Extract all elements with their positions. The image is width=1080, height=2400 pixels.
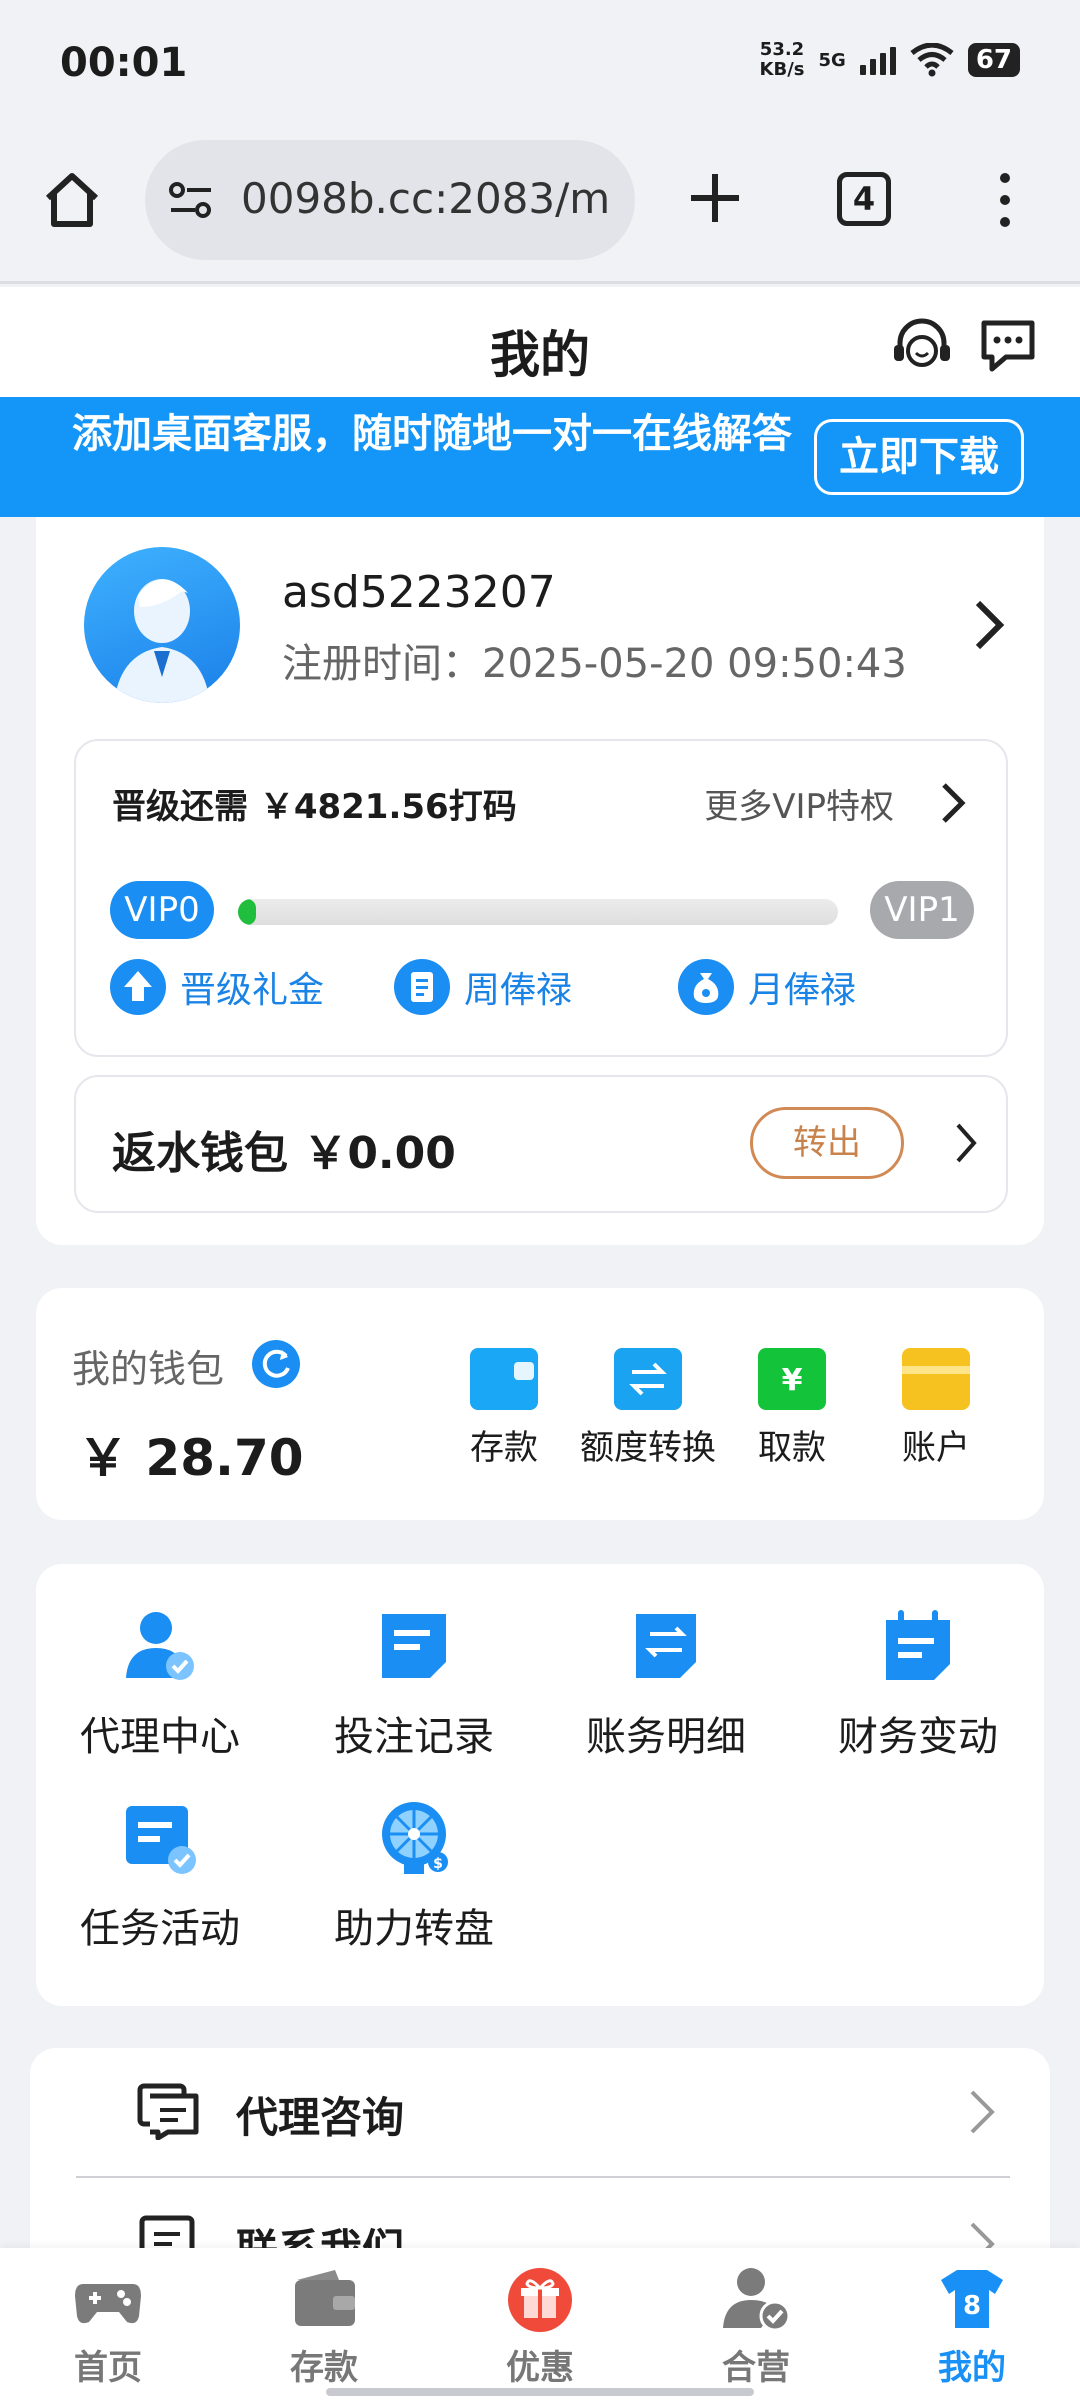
current-vip-badge: VIP0: [110, 881, 214, 939]
new-tab-icon[interactable]: [685, 168, 745, 228]
money-bag-icon: [678, 959, 734, 1015]
home-indicator[interactable]: [326, 2388, 754, 2396]
account-details-icon: [626, 1606, 706, 1686]
username: asd5223207: [282, 567, 556, 618]
nav-deposit[interactable]: 存款: [244, 2266, 404, 2389]
more-menu-icon[interactable]: [990, 170, 1020, 230]
credit-transfer-action[interactable]: 额度转换: [578, 1348, 718, 1469]
account-details-item[interactable]: 账务明细: [566, 1606, 766, 1762]
wallet-icon: [470, 1348, 538, 1410]
svg-text:8: 8: [963, 2291, 981, 2321]
lucky-wheel-item[interactable]: $ 助力转盘: [314, 1798, 514, 1954]
gamepad-icon: [73, 2266, 143, 2332]
card-icon: [902, 1348, 970, 1410]
spin-wheel-icon: $: [374, 1798, 454, 1878]
rebate-wallet-balance: 返水钱包 ￥0.00: [112, 1128, 456, 1179]
nav-mine[interactable]: 8 我的: [892, 2266, 1052, 2389]
profile-card: asd5223207 注册时间：2025-05-20 09:50:43 晋级还需…: [36, 517, 1044, 1245]
nav-partnership[interactable]: 合营: [676, 2266, 836, 2389]
transfer-icon: [614, 1348, 682, 1410]
withdraw-icon: ¥: [758, 1348, 826, 1410]
task-activity-icon: [120, 1798, 200, 1878]
wallet-nav-icon: [289, 2266, 359, 2332]
vip-upgrade-requirement: 晋级还需 ￥4821.56打码: [112, 787, 517, 827]
bet-records-item[interactable]: 投注记录: [314, 1606, 514, 1762]
wallet-label: 我的钱包: [72, 1347, 225, 1391]
download-now-button[interactable]: 立即下载: [814, 419, 1024, 495]
signal-icon: [859, 45, 896, 75]
perk-monthly-salary[interactable]: 月俸禄: [678, 959, 856, 1015]
divider: [76, 2176, 1010, 2178]
rebate-wallet-box: 返水钱包 ￥0.00 转出: [74, 1075, 1008, 1213]
perk-weekly-salary[interactable]: 周俸禄: [394, 959, 572, 1015]
jersey-icon: 8: [937, 2266, 1007, 2332]
network-speed: 53.2 KB/s: [759, 39, 805, 80]
refresh-icon[interactable]: [252, 1340, 300, 1388]
svg-text:$: $: [433, 1856, 443, 1872]
deposit-action[interactable]: 存款: [434, 1348, 574, 1469]
vip-chevron-right-icon[interactable]: [938, 781, 968, 825]
nav-promotions[interactable]: 优惠: [460, 2266, 620, 2389]
agent-center-icon: [120, 1606, 200, 1686]
app-header: 我的: [0, 287, 1080, 397]
wifi-icon: [910, 43, 954, 77]
download-banner: 添加桌面客服，随时随地一对一在线解答 立即下载: [0, 397, 1080, 517]
battery-icon: 67: [967, 43, 1020, 77]
task-activity-item[interactable]: 任务活动: [60, 1798, 260, 1954]
vip-progress-fill: [238, 899, 256, 925]
upgrade-arrow-icon: [110, 959, 166, 1015]
network-type: 5G: [818, 49, 846, 71]
financial-changes-icon: [878, 1606, 958, 1686]
banner-text: 添加桌面客服，随时随地一对一在线解答: [72, 411, 792, 457]
bet-records-icon: [374, 1606, 454, 1686]
perk-upgrade-bonus[interactable]: 晋级礼金: [110, 959, 324, 1015]
financial-changes-item[interactable]: 财务变动: [818, 1606, 1018, 1762]
avatar[interactable]: [84, 547, 240, 703]
agent-center-item[interactable]: 代理中心: [60, 1606, 260, 1762]
svg-text:¥: ¥: [782, 1363, 803, 1398]
status-icons: 53.2 KB/s 5G 67: [760, 40, 1020, 80]
more-vip-privileges-link[interactable]: 更多VIP特权: [704, 779, 894, 828]
vip-progress-bar: [238, 899, 838, 925]
feature-grid-card: 代理中心 投注记录 账务明细 财务变动 任务活动 $ 助力转盘: [36, 1564, 1044, 2006]
my-wallet-card: 我的钱包 ￥ 28.70 存款 额度转换 ¥ 取款 账户: [36, 1288, 1044, 1520]
url-text[interactable]: 0098b.cc:2083/m: [241, 174, 621, 223]
withdraw-action[interactable]: ¥ 取款: [722, 1348, 862, 1469]
profile-chevron-right-icon[interactable]: [968, 595, 1008, 655]
account-action[interactable]: 账户: [866, 1348, 1006, 1469]
bottom-navigation: 首页 存款 优惠 合营 8 我的: [0, 2248, 1080, 2400]
site-settings-icon[interactable]: [167, 180, 215, 220]
tab-count-button[interactable]: 4: [837, 172, 891, 226]
next-vip-badge: VIP1: [870, 881, 974, 939]
gift-icon: [505, 2266, 575, 2332]
rebate-chevron-right-icon[interactable]: [952, 1121, 980, 1165]
url-bar[interactable]: 0098b.cc:2083/m: [145, 140, 635, 260]
agent-consult-row[interactable]: 代理咨询: [76, 2048, 1010, 2174]
message-icon[interactable]: [978, 317, 1038, 373]
clipboard-icon: [394, 959, 450, 1015]
customer-service-icon[interactable]: [890, 315, 954, 379]
consult-chat-icon: [137, 2083, 199, 2140]
home-icon[interactable]: [40, 168, 104, 232]
wallet-balance: ￥ 28.70: [78, 1429, 304, 1487]
status-time: 00:01: [60, 40, 188, 86]
partner-user-icon: [721, 2266, 791, 2332]
transfer-out-button[interactable]: 转出: [750, 1107, 904, 1179]
agent-consult-chevron-icon: [970, 2090, 995, 2134]
nav-home[interactable]: 首页: [28, 2266, 188, 2389]
avatar-figure-icon: [114, 579, 210, 703]
browser-toolbar: 0098b.cc:2083/m 4: [0, 132, 1080, 284]
registration-time: 注册时间：2025-05-20 09:50:43: [282, 641, 907, 687]
status-bar: 00:01 53.2 KB/s 5G 67: [0, 0, 1080, 132]
vip-progress-box: 晋级还需 ￥4821.56打码 更多VIP特权 VIP0 VIP1 晋级礼金 周…: [74, 739, 1008, 1057]
